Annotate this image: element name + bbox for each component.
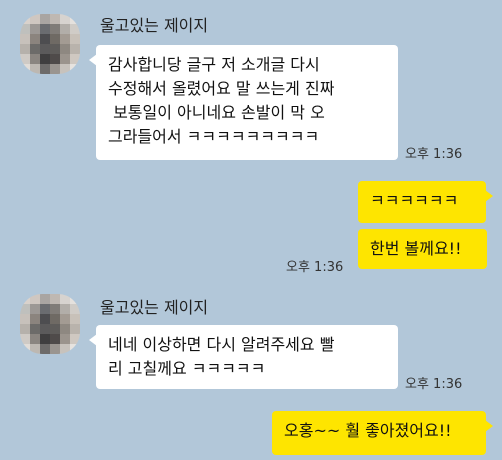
incoming-message-bubble[interactable]: 감사합니당 글구 저 소개글 다시 수정해서 올렸어요 말 쓰는게 진짜 보통일… xyxy=(89,45,398,160)
outgoing-message-bubble[interactable]: ㅋㅋㅋㅋㅋㅋ xyxy=(358,181,493,223)
outgoing-message-bubble[interactable]: 한번 볼께요!! xyxy=(358,229,487,269)
incoming-message-bubble[interactable]: 네네 이상하면 다시 알려주세요 빨 리 고칠께요 ㅋㅋㅋㅋㅋ xyxy=(89,325,398,389)
avatar-icon[interactable] xyxy=(20,294,80,354)
message-time: 오후 1:36 xyxy=(405,377,463,392)
message-time: 오후 1:36 xyxy=(286,260,344,275)
chat-room: 울고있는 제이지 감사합니당 글구 저 소개글 다시 수정해서 올렸어요 말 쓰… xyxy=(0,0,502,460)
sender-name: 울고있는 제이지 xyxy=(100,16,209,35)
avatar-icon[interactable] xyxy=(20,14,80,74)
sender-name: 울고있는 제이지 xyxy=(100,298,209,317)
outgoing-message-bubble[interactable]: 오홍~~ 훨 좋아졌어요!! xyxy=(272,411,493,455)
message-time: 오후 1:36 xyxy=(405,147,463,162)
